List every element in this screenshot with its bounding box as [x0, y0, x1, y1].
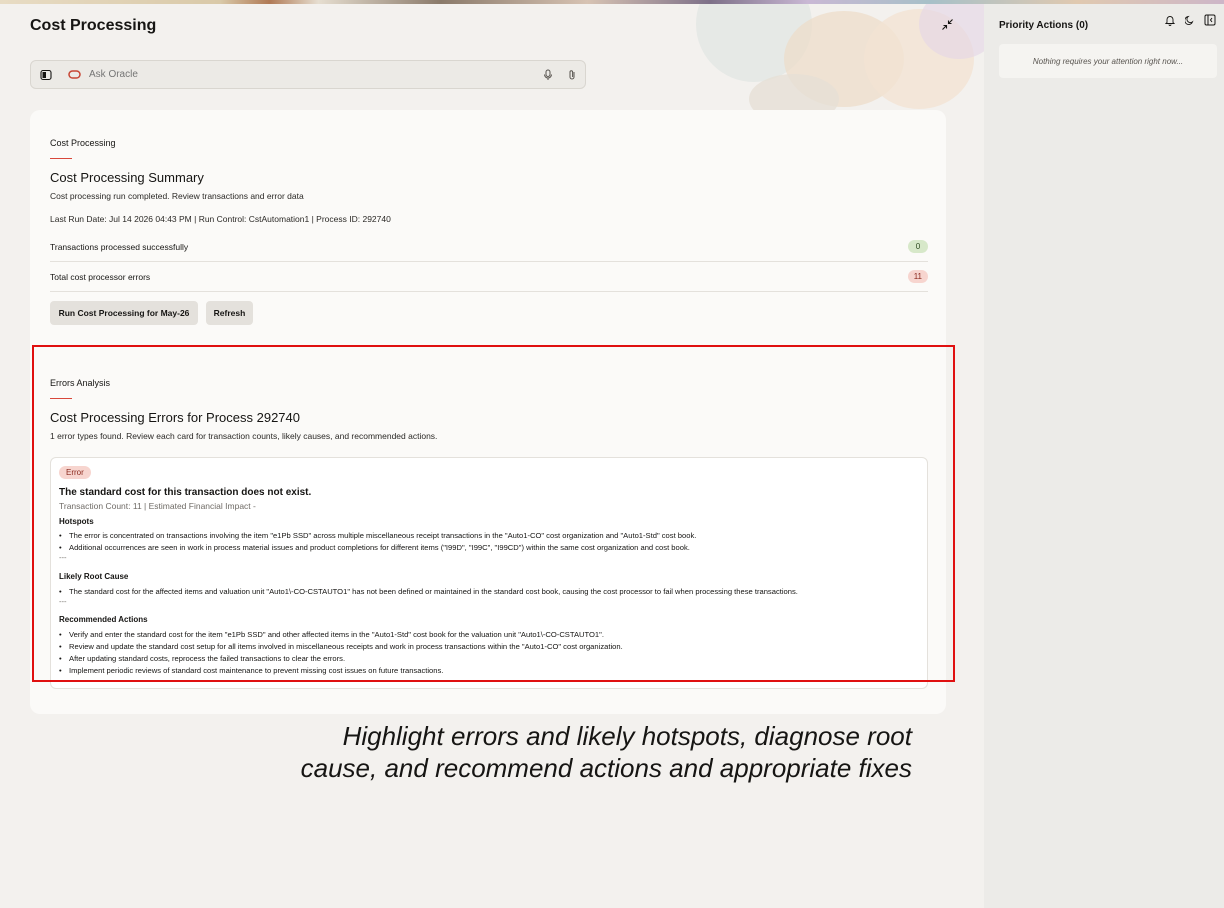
- caption-text: Highlight errors and likely hotspots, di…: [301, 720, 912, 784]
- errors-title: Cost Processing Errors for Process 29274…: [50, 410, 300, 425]
- hotspot-item: Additional occurrences are seen in work …: [59, 543, 690, 552]
- action-item: Review and update the standard cost setu…: [59, 642, 623, 651]
- panel-toolbar: [1164, 14, 1216, 26]
- priority-actions-title: Priority Actions (0): [999, 20, 1089, 31]
- stat-label: Transactions processed successfully: [50, 241, 189, 252]
- hotspot-item: The error is concentrated on transaction…: [59, 531, 696, 540]
- errors-description: 1 error types found. Review each card fo…: [50, 431, 438, 441]
- separator: ---: [59, 553, 67, 562]
- section-divider: [50, 158, 72, 159]
- error-subtitle: Transaction Count: 11 | Estimated Financ…: [59, 501, 256, 511]
- caption-line-1: Highlight errors and likely hotspots, di…: [342, 721, 912, 751]
- success-count-badge: 0: [908, 240, 928, 253]
- separator: ---: [59, 597, 67, 606]
- stat-row-successful: Transactions processed successfully 0: [50, 232, 928, 262]
- moon-icon[interactable]: [1184, 14, 1196, 26]
- run-metadata: Last Run Date: Jul 14 2026 04:43 PM | Ru…: [50, 214, 391, 224]
- panel-close-icon[interactable]: [1204, 14, 1216, 26]
- microphone-icon[interactable]: [541, 68, 555, 82]
- paperclip-icon[interactable]: [565, 68, 579, 82]
- section-divider: [50, 398, 72, 399]
- recommended-actions-heading: Recommended Actions: [59, 615, 148, 624]
- ask-oracle-bar[interactable]: [30, 60, 586, 89]
- collapse-icon: [941, 18, 953, 30]
- error-type-badge: Error: [59, 466, 91, 479]
- main-content: Cost Processing Cost Processing Cost Pro…: [0, 4, 984, 908]
- stat-row-errors: Total cost processor errors 11: [50, 262, 928, 292]
- root-cause-item: The standard cost for the affected items…: [59, 587, 798, 596]
- empty-state: Nothing requires your attention right no…: [999, 44, 1217, 78]
- sidebar-toggle-icon[interactable]: [39, 68, 53, 82]
- action-item: Implement periodic reviews of standard c…: [59, 666, 443, 675]
- summary-description: Cost processing run completed. Review tr…: [50, 191, 304, 201]
- oracle-logo-icon: [67, 68, 81, 82]
- bell-icon[interactable]: [1164, 14, 1176, 26]
- errors-section-label: Errors Analysis: [50, 378, 111, 388]
- summary-title: Cost Processing Summary: [50, 170, 204, 185]
- caption-line-2: cause, and recommend actions and appropr…: [300, 753, 912, 783]
- stat-label: Total cost processor errors: [50, 271, 151, 282]
- error-title: The standard cost for this transaction d…: [59, 487, 312, 498]
- error-count-badge: 11: [907, 270, 928, 283]
- priority-actions-panel: Priority Actions (0) Nothing requires yo…: [984, 4, 1224, 908]
- search-input[interactable]: [89, 69, 541, 80]
- hotspots-heading: Hotspots: [59, 517, 94, 526]
- action-item: After updating standard costs, reprocess…: [59, 654, 345, 663]
- empty-state-message: Nothing requires your attention right no…: [1032, 56, 1184, 66]
- root-cause-heading: Likely Root Cause: [59, 572, 129, 581]
- collapse-button[interactable]: [936, 13, 958, 35]
- cost-processing-card: Cost Processing Cost Processing Summary …: [30, 110, 946, 714]
- summary-section-label: Cost Processing: [50, 138, 116, 148]
- error-card: Error The standard cost for this transac…: [50, 457, 928, 689]
- run-cost-processing-button[interactable]: Run Cost Processing for May-26: [50, 301, 198, 325]
- page-title: Cost Processing: [30, 17, 157, 34]
- refresh-button[interactable]: Refresh: [206, 301, 253, 325]
- action-item: Verify and enter the standard cost for t…: [59, 630, 604, 639]
